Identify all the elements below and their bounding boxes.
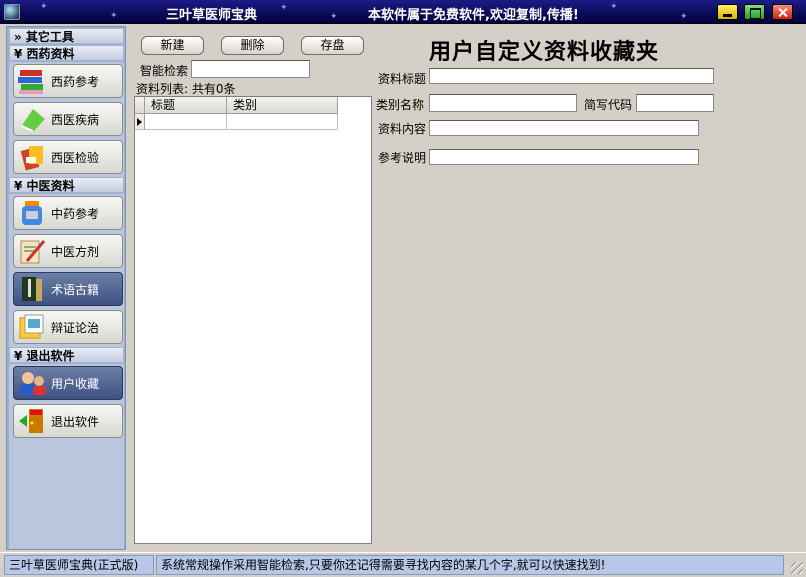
sidebar-item-label: 西药参考 bbox=[51, 74, 100, 89]
code-field-label: 简写代码 bbox=[584, 98, 633, 112]
window-slogan: 本软件属于免费软件,欢迎复制,传播! bbox=[368, 8, 579, 23]
sidebar-item-label: 用户收藏 bbox=[51, 376, 100, 391]
group-header-western-medicine[interactable]: ¥ 西药资料 bbox=[9, 45, 124, 61]
sidebar-item-label: 西医疾病 bbox=[51, 112, 100, 127]
search-label: 智能检索 bbox=[140, 64, 189, 78]
resize-grip-icon[interactable] bbox=[791, 562, 803, 574]
category-field-label: 类别名称 bbox=[376, 98, 425, 112]
title-field[interactable] bbox=[429, 68, 714, 84]
sidebar-item-label: 辩证论治 bbox=[51, 320, 100, 335]
status-tip: 系统常规操作采用智能检索,只要你还记得需要寻找内容的某几个字,就可以快速找到! bbox=[156, 555, 784, 575]
group-header-exit[interactable]: ¥ 退出软件 bbox=[9, 347, 124, 363]
content-field-label: 资料内容 bbox=[378, 122, 427, 136]
app-icon[interactable] bbox=[4, 4, 20, 20]
sidebar-item-label: 西医检验 bbox=[51, 150, 100, 165]
group-body-chinese-medicine: 中药参考 中医方剂 术语古籍 辩证论治 bbox=[9, 194, 124, 347]
books-icon bbox=[17, 67, 47, 95]
sidebar-item-label: 中医方剂 bbox=[51, 244, 100, 259]
sidebar-item-label: 术语古籍 bbox=[51, 282, 100, 297]
minimize-button[interactable] bbox=[717, 4, 738, 20]
status-edition: 三叶草医师宝典(正式版) bbox=[4, 555, 154, 575]
group-body-exit: 用户收藏 退出软件 bbox=[9, 364, 124, 549]
list-summary: 资料列表: 共有0条 bbox=[136, 82, 236, 96]
sidebar-item-chinese-prescriptions[interactable]: 中医方剂 bbox=[13, 234, 123, 268]
new-button[interactable]: 新建 bbox=[141, 36, 204, 55]
sidebar-item-exit-software[interactable]: 退出软件 bbox=[13, 404, 123, 438]
exit-door-icon bbox=[17, 407, 47, 435]
decorative-star-icon: ✦ bbox=[280, 3, 288, 13]
maximize-button[interactable] bbox=[744, 4, 765, 20]
ancient-book-icon bbox=[17, 275, 47, 303]
decorative-star-icon: ✦ bbox=[110, 11, 118, 21]
delete-button[interactable]: 删除 bbox=[221, 36, 284, 55]
title-bar: ✦ ✦ ✦ ✦ ✦ ✦ 三叶草医师宝典 本软件属于免费软件,欢迎复制,传播! bbox=[0, 0, 806, 24]
group-header-chinese-medicine[interactable]: ¥ 中医资料 bbox=[9, 177, 124, 193]
notes-field-label: 参考说明 bbox=[378, 151, 427, 165]
data-grid[interactable]: 标题 类别 bbox=[134, 96, 372, 544]
lab-icon bbox=[17, 143, 47, 171]
sidebar-item-terms-classics[interactable]: 术语古籍 bbox=[13, 272, 123, 306]
status-bar: 三叶草医师宝典(正式版) 系统常规操作采用智能检索,只要你还记得需要寻找内容的某… bbox=[0, 552, 806, 577]
group-body-western-medicine: 西药参考 西医疾病 西医检验 bbox=[9, 62, 124, 177]
column-header-title[interactable]: 标题 bbox=[145, 97, 227, 114]
diagnosis-icon bbox=[17, 313, 47, 341]
sidebar-item-user-collection[interactable]: 用户收藏 bbox=[13, 366, 123, 400]
prescription-icon bbox=[17, 237, 47, 265]
notebook-icon bbox=[17, 105, 47, 133]
group-header-other-tools[interactable]: » 其它工具 bbox=[9, 28, 124, 44]
title-field-label: 资料标题 bbox=[378, 72, 427, 86]
sidebar-item-western-drugs[interactable]: 西药参考 bbox=[13, 64, 123, 98]
code-field[interactable] bbox=[636, 94, 714, 112]
current-row-indicator bbox=[135, 114, 145, 130]
sidebar-item-label: 退出软件 bbox=[51, 414, 100, 429]
decorative-star-icon: ✦ bbox=[40, 2, 48, 12]
content-field[interactable] bbox=[429, 120, 699, 136]
sidebar-item-label: 中药参考 bbox=[51, 206, 100, 221]
sidebar-item-western-diseases[interactable]: 西医疾病 bbox=[13, 102, 123, 136]
user-collection-icon bbox=[17, 369, 47, 397]
grid-corner bbox=[135, 97, 145, 114]
sidebar: » 其它工具 ¥ 西药资料 西药参考 西医疾病 西医检验 ¥ 中医资料 中药参考… bbox=[6, 26, 126, 550]
decorative-star-icon: ✦ bbox=[330, 12, 338, 22]
herb-jar-icon bbox=[17, 199, 47, 227]
decorative-star-icon: ✦ bbox=[610, 2, 618, 12]
notes-field[interactable] bbox=[429, 149, 699, 165]
window-title: 三叶草医师宝典 bbox=[166, 8, 258, 23]
column-header-category[interactable]: 类别 bbox=[227, 97, 338, 114]
sidebar-item-western-lab-tests[interactable]: 西医检验 bbox=[13, 140, 123, 174]
list-panel: 新建 删除 存盘 智能检索 资料列表: 共有0条 标题 类别 bbox=[129, 26, 374, 550]
save-button[interactable]: 存盘 bbox=[301, 36, 364, 55]
detail-panel: 用户自定义资料收藏夹 资料标题 类别名称 简写代码 资料内容 参考说明 bbox=[375, 26, 799, 550]
category-field[interactable] bbox=[429, 94, 577, 112]
grid-cell-category[interactable] bbox=[227, 114, 338, 130]
search-input[interactable] bbox=[191, 60, 310, 78]
close-button[interactable] bbox=[772, 4, 793, 20]
decorative-star-icon: ✦ bbox=[680, 12, 688, 22]
sidebar-item-chinese-herbs[interactable]: 中药参考 bbox=[13, 196, 123, 230]
sidebar-item-syndrome-treatment[interactable]: 辩证论治 bbox=[13, 310, 123, 344]
grid-cell-title[interactable] bbox=[145, 114, 227, 130]
page-title: 用户自定义资料收藏夹 bbox=[429, 39, 660, 65]
